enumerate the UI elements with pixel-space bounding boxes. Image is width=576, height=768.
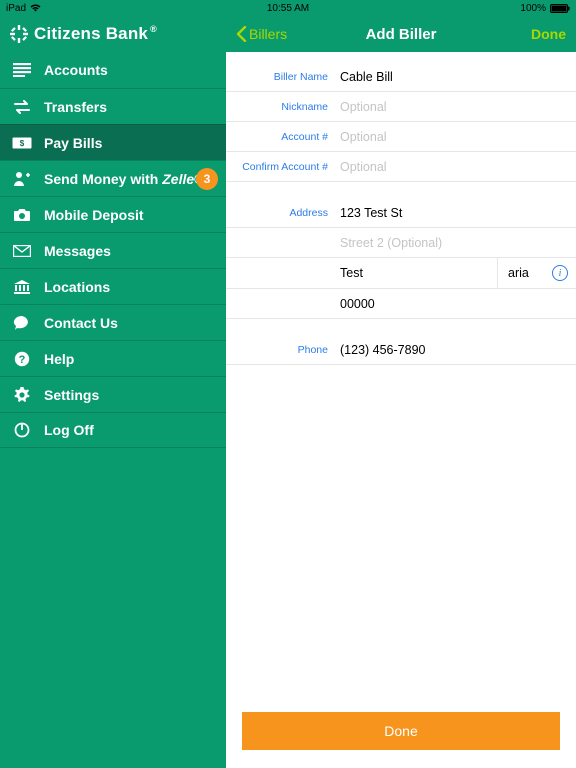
sidebar-item-label: Accounts	[44, 62, 108, 78]
citizens-logo-icon	[10, 25, 28, 43]
svg-text:$: $	[20, 139, 25, 148]
notification-badge: 3	[196, 168, 218, 190]
sidebar-item-zelle[interactable]: Send Money with Zelle® 3	[0, 160, 226, 196]
wifi-icon	[30, 4, 41, 12]
row-biller-name: Biller Name	[226, 62, 576, 92]
done-button[interactable]: Done	[242, 712, 560, 750]
label-confirm-account: Confirm Account #	[226, 161, 340, 173]
sidebar-item-help[interactable]: ? Help	[0, 340, 226, 376]
sidebar-item-logoff[interactable]: Log Off	[0, 412, 226, 448]
main-panel: Billers Add Biller Done Biller Name Nick…	[226, 16, 576, 768]
send-money-icon	[12, 171, 32, 187]
sidebar-item-messages[interactable]: Messages	[0, 232, 226, 268]
biller-name-field[interactable]	[340, 63, 576, 91]
brand-logo: Citizens Bank®	[0, 16, 226, 52]
back-label: Billers	[249, 26, 287, 42]
battery-icon	[550, 4, 570, 13]
svg-text:?: ?	[19, 354, 26, 366]
zelle-brand: Zelle	[162, 171, 194, 187]
sidebar-item-label: Send Money with Zelle®	[44, 171, 204, 187]
info-icon[interactable]: i	[552, 265, 568, 281]
row-account: Account #	[226, 122, 576, 152]
nav-done-button[interactable]: Done	[531, 26, 566, 42]
phone-field[interactable]	[340, 336, 576, 364]
envelope-icon	[12, 245, 32, 257]
sidebar-item-pay-bills[interactable]: $ Pay Bills	[0, 124, 226, 160]
row-nickname: Nickname	[226, 92, 576, 122]
city-field[interactable]	[340, 259, 497, 287]
zip-field[interactable]	[340, 290, 576, 318]
address1-field[interactable]	[340, 199, 576, 227]
sidebar-item-label: Settings	[44, 387, 99, 403]
label-address: Address	[226, 207, 340, 219]
page-title: Add Biller	[366, 26, 437, 43]
sidebar-item-label: Messages	[44, 243, 111, 259]
sidebar-item-label: Pay Bills	[44, 135, 102, 151]
sidebar-item-label: Log Off	[44, 422, 94, 438]
sidebar-item-contact[interactable]: Contact Us	[0, 304, 226, 340]
accounts-icon	[12, 63, 32, 77]
account-field[interactable]	[340, 123, 576, 151]
row-phone: Phone	[226, 335, 576, 365]
navbar: Billers Add Biller Done	[226, 16, 576, 52]
row-city-state: i	[226, 258, 576, 289]
sidebar-item-settings[interactable]: Settings	[0, 376, 226, 412]
biller-form: Biller Name Nickname Account # Confirm A…	[226, 52, 576, 768]
sidebar-item-accounts[interactable]: Accounts	[0, 52, 226, 88]
sidebar: Citizens Bank® Accounts Transfers $ Pay …	[0, 16, 226, 768]
gear-icon	[12, 387, 32, 403]
label-phone: Phone	[226, 344, 340, 356]
row-zip	[226, 289, 576, 319]
sidebar-item-locations[interactable]: Locations	[0, 268, 226, 304]
chevron-left-icon	[236, 26, 247, 42]
bank-icon	[12, 279, 32, 295]
label-account: Account #	[226, 131, 340, 143]
sidebar-item-transfers[interactable]: Transfers	[0, 88, 226, 124]
sidebar-menu: Accounts Transfers $ Pay Bills Send Mone…	[0, 52, 226, 448]
confirm-account-field[interactable]	[340, 153, 576, 181]
address2-field[interactable]	[340, 229, 576, 257]
help-icon: ?	[12, 351, 32, 367]
row-confirm-account: Confirm Account #	[226, 152, 576, 182]
power-icon	[12, 422, 32, 438]
state-field[interactable]	[508, 259, 546, 287]
sidebar-item-label: Contact Us	[44, 315, 118, 331]
sidebar-item-label: Help	[44, 351, 74, 367]
sidebar-item-label: Transfers	[44, 99, 107, 115]
label-biller-name: Biller Name	[226, 71, 340, 83]
row-address1: Address	[226, 198, 576, 228]
sidebar-item-mobile-deposit[interactable]: Mobile Deposit	[0, 196, 226, 232]
label-nickname: Nickname	[226, 101, 340, 113]
sidebar-item-label: Locations	[44, 279, 110, 295]
status-battery-pct: 100%	[520, 3, 546, 14]
transfers-icon	[12, 100, 32, 114]
status-bar: iPad 10:55 AM 100%	[0, 0, 576, 16]
sidebar-item-label: Mobile Deposit	[44, 207, 144, 223]
camera-icon	[12, 208, 32, 222]
brand-name: Citizens Bank®	[34, 24, 157, 44]
row-address2	[226, 228, 576, 258]
back-button[interactable]: Billers	[236, 26, 287, 42]
nickname-field[interactable]	[340, 93, 576, 121]
status-device: iPad	[6, 3, 26, 14]
status-time: 10:55 AM	[267, 3, 309, 14]
speech-bubble-icon	[12, 315, 32, 331]
pay-bills-icon: $	[12, 137, 32, 149]
